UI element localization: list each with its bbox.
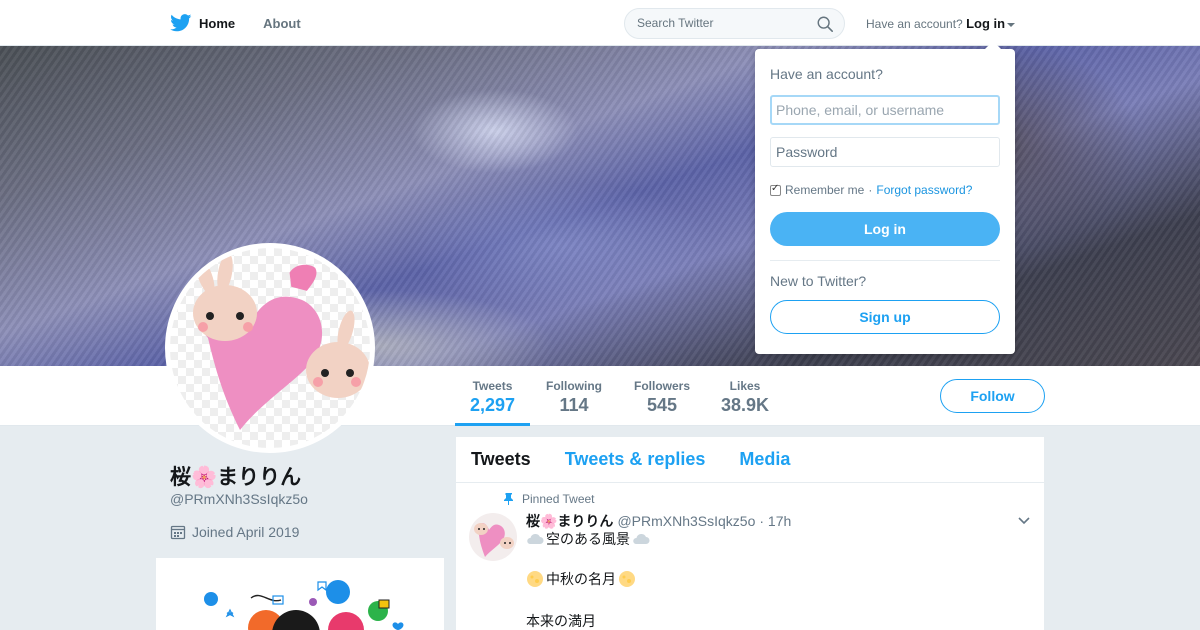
pin-icon [504, 493, 513, 505]
remember-me-row: Remember me · Forgot password? [770, 183, 972, 197]
media-illustration [204, 580, 404, 630]
stat-label: Following [546, 379, 602, 393]
pinned-tweet-label: Pinned Tweet [504, 492, 595, 506]
calendar-icon [170, 525, 186, 540]
nav-home-link[interactable]: Home [170, 14, 235, 32]
top-navigation-bar: Home About Search Twitter Have an accoun… [0, 0, 1200, 46]
stat-value: 114 [559, 395, 589, 415]
chevron-down-icon[interactable] [1018, 517, 1030, 525]
divider [770, 260, 1000, 261]
nav-left: Home About [170, 0, 301, 46]
twitter-bird-icon [170, 14, 192, 32]
username-field[interactable]: Phone, email, or username [770, 95, 1000, 125]
profile-handle[interactable]: @PRmXNh3SsIqkz5o [170, 491, 308, 507]
timeline-tabs: Tweets Tweets & replies Media [456, 437, 1044, 483]
bunny-heart-avatar [474, 523, 514, 557]
stat-tweets[interactable]: Tweets 2,297 [455, 366, 530, 426]
joined-date: Joined April 2019 [170, 524, 299, 540]
tab-media[interactable]: Media [739, 449, 790, 470]
tweet-avatar[interactable] [469, 513, 517, 561]
nav-about-label: About [263, 15, 301, 31]
login-menu-toggle[interactable]: Log in [966, 16, 1005, 31]
tweet-timestamp[interactable]: · 17h [759, 513, 791, 529]
stat-value: 2,297 [469, 395, 516, 415]
signup-button[interactable]: Sign up [770, 300, 1000, 334]
cloud-icon [633, 533, 650, 544]
bunny-heart-illustration [193, 253, 370, 430]
stat-following[interactable]: Following 114 [540, 366, 608, 426]
username-placeholder: Phone, email, or username [776, 102, 945, 118]
search-placeholder: Search Twitter [637, 16, 714, 30]
separator-dot: · [868, 183, 873, 197]
stat-followers[interactable]: Followers 545 [628, 366, 696, 426]
tab-tweets[interactable]: Tweets [471, 449, 531, 470]
full-moon-icon [619, 571, 635, 587]
stat-value: 38.9K [720, 395, 770, 415]
login-dropdown: Have an account? Phone, email, or userna… [755, 41, 1015, 354]
password-placeholder: Password [776, 144, 838, 160]
cloud-icon [527, 533, 544, 544]
stat-label: Likes [729, 379, 761, 393]
nav-home-label: Home [199, 15, 236, 31]
joined-text: Joined April 2019 [192, 524, 300, 540]
tweet-text-line: 本来の満月 [526, 611, 596, 630]
search-input[interactable]: Search Twitter [624, 8, 845, 39]
tweet-author-handle[interactable]: @PRmXNh3SsIqkz5o [617, 513, 755, 529]
login-dropdown-title: Have an account? [770, 66, 883, 82]
stat-likes[interactable]: Likes 38.9K [715, 366, 775, 426]
tweet-line-2: 中秋の名月 [546, 571, 616, 587]
pinned-text: Pinned Tweet [522, 492, 595, 506]
new-to-twitter-text: New to Twitter? [770, 273, 867, 289]
stat-value: 545 [646, 395, 678, 415]
follow-button[interactable]: Follow [940, 379, 1045, 413]
tweet-timeline: Tweets Tweets & replies Media Pinned Twe… [456, 437, 1044, 630]
tweet-author-name[interactable]: 桜🌸まりりん [526, 511, 613, 531]
login-button[interactable]: Log in [770, 212, 1000, 246]
profile-display-name: 桜🌸まりりん [170, 466, 302, 489]
full-moon-icon [527, 571, 543, 587]
forgot-password-link[interactable]: Forgot password? [876, 183, 972, 197]
stat-label: Followers [633, 379, 690, 393]
tweet-line-1: 空のある風景 [546, 531, 630, 547]
tweet-line-3: 本来の満月 [526, 613, 596, 629]
tweet-header: 桜🌸まりりん @PRmXNh3SsIqkz5o · 17h [526, 511, 791, 531]
account-prompt: Have an account? Log in [866, 16, 1016, 31]
media-thumbnail-card[interactable] [156, 558, 444, 630]
nav-about-link[interactable]: About [263, 16, 301, 31]
password-field[interactable]: Password [770, 137, 1000, 167]
tweet-text-line: 空のある風景 [526, 529, 650, 549]
caret-down-icon[interactable] [1007, 22, 1016, 27]
remember-me-checkbox[interactable] [770, 183, 781, 196]
tab-tweets-replies[interactable]: Tweets & replies [565, 449, 706, 470]
stat-label: Tweets [472, 379, 513, 393]
remember-me-label[interactable]: Remember me [785, 183, 864, 197]
search-icon[interactable] [816, 15, 834, 33]
tweet-text-line: 中秋の名月 [526, 569, 636, 589]
account-prompt-text: Have an account? [866, 17, 963, 31]
avatar[interactable] [165, 243, 375, 453]
